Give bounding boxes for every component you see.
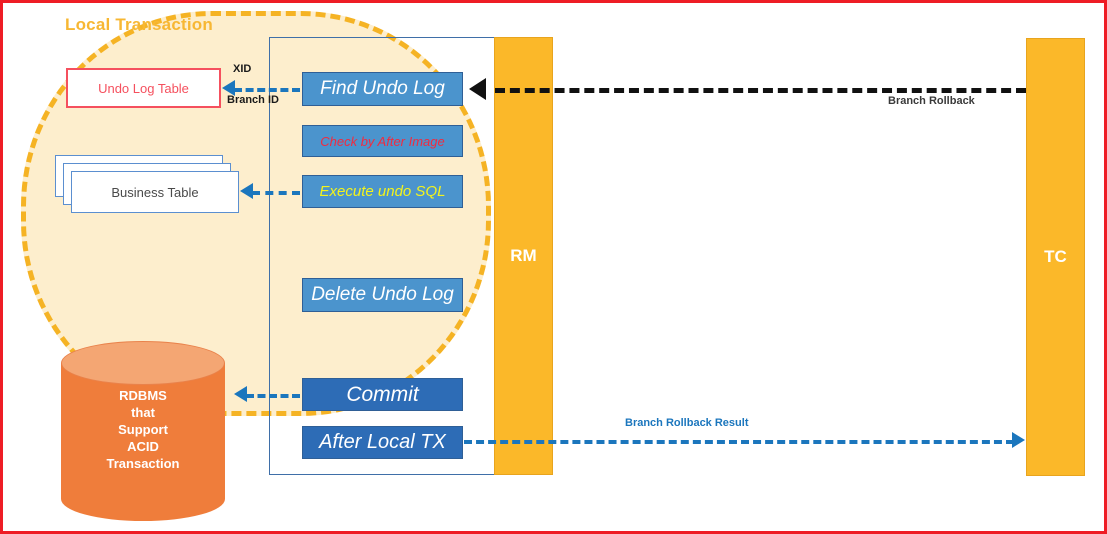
local-transaction-label: Local Transaction	[65, 15, 213, 34]
rdbms-cylinder-top	[61, 341, 225, 385]
rdbms-label: RDBMS that Support ACID Transaction	[61, 387, 225, 472]
connector-label-branch-rollback-result: Branch Rollback Result	[625, 417, 749, 429]
business-table-card-front: Business Table	[71, 171, 239, 213]
connector-execute-undo-sql-to-business-table	[252, 191, 300, 195]
rdbms-label-line-1: RDBMS	[119, 388, 167, 403]
step-check-by-after-image[interactable]: Check by After Image	[302, 125, 463, 157]
step-execute-undo-sql[interactable]: Execute undo SQL	[302, 175, 463, 208]
connector-find-undo-log-to-undo-log-table	[234, 88, 300, 92]
step-delete-undo-log[interactable]: Delete Undo Log	[302, 278, 463, 312]
step-find-undo-log[interactable]: Find Undo Log	[302, 72, 463, 106]
lane-tc: TC	[1026, 38, 1085, 476]
rdbms-label-line-2: that	[131, 405, 155, 420]
step-commit-label: Commit	[346, 382, 419, 406]
arrowhead-branch-rollback-result	[1012, 432, 1025, 448]
rdbms-cylinder: RDBMS that Support ACID Transaction	[61, 341, 225, 521]
step-execute-undo-sql-label: Execute undo SQL	[319, 183, 446, 200]
connector-commit-to-rdbms	[246, 394, 300, 398]
arrowhead-rdbms	[234, 386, 247, 402]
arrowhead-branch-rollback	[469, 78, 486, 100]
step-find-undo-log-label: Find Undo Log	[320, 78, 445, 99]
connector-branch-rollback	[495, 88, 1026, 93]
undo-log-table-label: Undo Log Table	[98, 80, 189, 96]
rdbms-label-line-4: ACID	[127, 439, 159, 454]
connector-label-xid: XID	[233, 63, 252, 75]
lane-tc-label: TC	[1044, 247, 1067, 266]
arrowhead-business-table	[240, 183, 253, 199]
step-check-by-after-image-label: Check by After Image	[320, 133, 445, 149]
lane-rm-label: RM	[510, 246, 537, 265]
connector-label-branch-id: Branch ID	[227, 94, 279, 106]
connector-label-branch-rollback: Branch Rollback	[888, 95, 975, 107]
undo-log-table-box: Undo Log Table	[66, 68, 221, 108]
business-table-label: Business Table	[111, 184, 199, 200]
step-after-local-tx-label: After Local TX	[319, 431, 446, 453]
lane-rm: RM	[494, 37, 553, 475]
rdbms-label-line-5: Transaction	[106, 456, 180, 471]
connector-branch-rollback-result	[464, 440, 1014, 444]
step-delete-undo-log-label: Delete Undo Log	[311, 284, 454, 305]
step-commit[interactable]: Commit	[302, 378, 463, 411]
diagram-canvas: Local Transaction Undo Log Table Busines…	[0, 0, 1107, 534]
rdbms-label-line-3: Support	[118, 422, 168, 437]
step-after-local-tx[interactable]: After Local TX	[302, 426, 463, 459]
